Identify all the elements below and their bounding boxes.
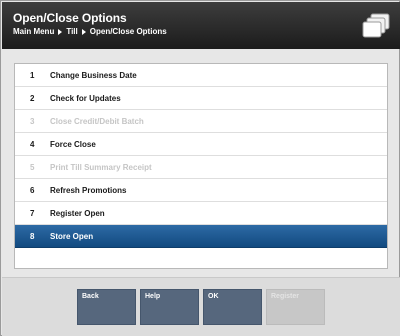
header-bar: Open/Close Options Main Menu Till Open/C… (2, 2, 400, 49)
register-button: Register (266, 289, 325, 325)
breadcrumb-item-till: Till (66, 27, 78, 36)
menu-item-number: 1 (30, 70, 35, 80)
options-list: 1 Change Business Date 2 Check for Updat… (14, 63, 388, 269)
menu-item-number: 8 (30, 231, 35, 241)
menu-item-label: Force Close (50, 139, 96, 149)
menu-item-register-open[interactable]: 7 Register Open (15, 202, 387, 225)
menu-item-number: 5 (30, 162, 35, 172)
app-window: Open/Close Options Main Menu Till Open/C… (0, 0, 400, 336)
menu-item-refresh-promotions[interactable]: 6 Refresh Promotions (15, 179, 387, 202)
menu-item-print-till-summary-receipt: 5 Print Till Summary Receipt (15, 156, 387, 179)
stacked-windows-icon (362, 13, 390, 38)
menu-item-label: Change Business Date (50, 70, 137, 80)
menu-item-number: 6 (30, 185, 35, 195)
breadcrumb: Main Menu Till Open/Close Options (13, 27, 167, 36)
menu-item-number: 4 (30, 139, 35, 149)
menu-item-check-for-updates[interactable]: 2 Check for Updates (15, 87, 387, 110)
breadcrumb-item-main-menu: Main Menu (13, 27, 55, 36)
breadcrumb-item-open-close-options: Open/Close Options (89, 27, 167, 36)
menu-item-change-business-date[interactable]: 1 Change Business Date (15, 64, 387, 87)
menu-item-label: Print Till Summary Receipt (50, 162, 152, 172)
menu-item-number: 2 (30, 93, 35, 103)
menu-item-label: Register Open (50, 208, 105, 218)
menu-item-label: Store Open (50, 231, 94, 241)
menu-item-label: Close Credit/Debit Batch (50, 116, 144, 126)
back-button[interactable]: Back (77, 289, 136, 325)
breadcrumb-arrow-icon (81, 28, 86, 35)
menu-item-close-credit-debit-batch: 3 Close Credit/Debit Batch (15, 110, 387, 133)
help-button[interactable]: Help (140, 289, 199, 325)
menu-item-force-close[interactable]: 4 Force Close (15, 133, 387, 156)
breadcrumb-arrow-icon (58, 28, 63, 35)
menu-item-number: 7 (30, 208, 35, 218)
button-bar: Back Help OK Register (2, 277, 400, 336)
menu-item-store-open[interactable]: 8 Store Open (15, 225, 387, 248)
menu-item-label: Check for Updates (50, 93, 121, 103)
ok-button[interactable]: OK (203, 289, 262, 325)
menu-item-number: 3 (30, 116, 35, 126)
menu-item-label: Refresh Promotions (50, 185, 127, 195)
page-title: Open/Close Options (13, 11, 127, 25)
